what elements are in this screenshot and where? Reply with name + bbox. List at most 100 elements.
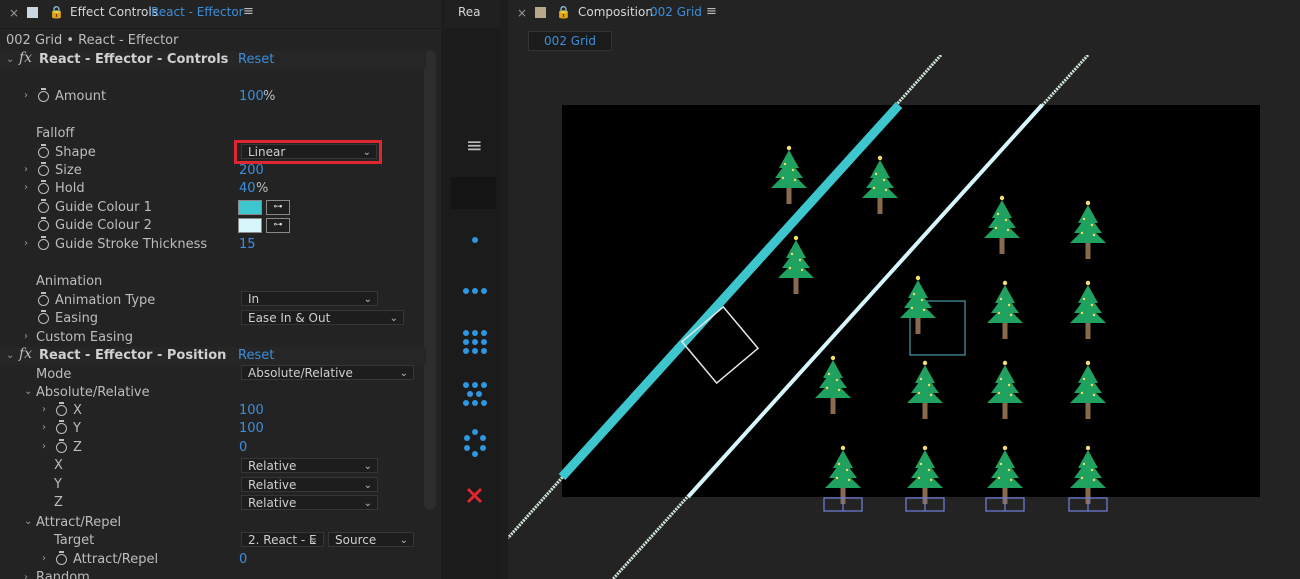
shape-label: Shape — [55, 145, 96, 160]
three-dots-icon[interactable] — [463, 288, 487, 294]
z-value[interactable]: 0 — [239, 440, 247, 455]
stopwatch-icon[interactable] — [56, 402, 67, 416]
twirl-open-icon[interactable]: ⌄ — [6, 350, 14, 361]
twirl-closed-icon[interactable]: › — [24, 164, 28, 175]
x-mode-value: Relative — [248, 459, 297, 473]
single-dot-icon[interactable] — [472, 237, 478, 243]
y-mode-dropdown[interactable]: Relative ⌄ — [241, 477, 378, 492]
stopwatch-icon[interactable] — [38, 236, 49, 250]
y-value[interactable]: 100 — [239, 421, 264, 436]
stopwatch-icon[interactable] — [56, 551, 67, 565]
target-dropdown[interactable]: 2. React - E ⌄ — [241, 532, 324, 547]
tool-slot[interactable] — [451, 177, 496, 209]
twirl-closed-icon[interactable]: › — [42, 404, 46, 415]
hamburger-icon[interactable]: ≡ — [466, 133, 483, 157]
easing-dropdown[interactable]: Ease In & Out ⌄ — [241, 310, 404, 325]
eyedropper-icon[interactable]: ⊶ — [266, 218, 290, 233]
panel-color-icon — [27, 7, 38, 18]
fx-icon[interactable]: fx — [19, 50, 32, 66]
stopwatch-icon[interactable] — [38, 217, 49, 231]
chevron-down-icon: ⌄ — [399, 535, 408, 546]
reset-controls-link[interactable]: Reset — [238, 52, 274, 67]
easing-label: Easing — [55, 311, 99, 326]
twirl-closed-icon[interactable]: › — [24, 572, 28, 579]
radial-dots-icon[interactable] — [464, 429, 486, 457]
amount-value[interactable]: 100 — [239, 89, 264, 104]
size-value[interactable]: 200 — [239, 163, 264, 178]
target-source-dropdown[interactable]: Source ⌄ — [328, 532, 414, 547]
panel-menu-icon[interactable]: ≡ — [706, 4, 717, 19]
stopwatch-icon[interactable] — [38, 180, 49, 194]
twirl-closed-icon[interactable]: › — [24, 238, 28, 249]
x-mode-dropdown[interactable]: Relative ⌄ — [241, 458, 378, 473]
mode-dropdown[interactable]: Absolute/Relative ⌄ — [241, 365, 414, 380]
chevron-down-icon: ⌄ — [399, 368, 408, 379]
guide-stroke-value[interactable]: 15 — [239, 237, 256, 252]
animation-type-dropdown[interactable]: In ⌄ — [241, 291, 378, 306]
attract-repel-group-label: Attract/Repel — [36, 515, 122, 530]
y-label: Y — [73, 421, 81, 436]
twirl-closed-icon[interactable]: › — [42, 422, 46, 433]
z-mode-dropdown[interactable]: Relative ⌄ — [241, 495, 378, 510]
attract-repel-value[interactable]: 0 — [239, 552, 247, 567]
comp-color-icon — [535, 7, 546, 18]
eyedropper-icon[interactable]: ⊶ — [266, 200, 290, 215]
shape-dropdown[interactable]: Linear ⌄ — [241, 144, 377, 159]
stopwatch-icon[interactable] — [38, 144, 49, 158]
close-icon[interactable]: × — [517, 6, 527, 20]
guide-colour-1-label: Guide Colour 1 — [55, 200, 152, 215]
dot-grid-icon[interactable] — [463, 330, 487, 354]
stopwatch-icon[interactable] — [38, 88, 49, 102]
x-label: X — [73, 403, 82, 418]
amount-label: Amount — [55, 89, 107, 104]
comp-sub-tab[interactable]: 002 Grid — [528, 31, 612, 51]
stopwatch-icon[interactable] — [38, 162, 49, 176]
x-mode-label: X — [54, 458, 63, 473]
twirl-open-icon[interactable]: ⌄ — [24, 386, 32, 397]
reset-position-link[interactable]: Reset — [238, 348, 274, 363]
easing-value: Ease In & Out — [248, 311, 331, 325]
stopwatch-icon[interactable] — [38, 199, 49, 213]
comp-tab-name[interactable]: 002 Grid — [650, 5, 702, 19]
stopwatch-icon[interactable] — [56, 439, 67, 453]
chevron-down-icon: ⌄ — [363, 480, 372, 491]
custom-easing-label: Custom Easing — [36, 330, 133, 345]
hold-value[interactable]: 40 — [239, 181, 256, 196]
twirl-closed-icon[interactable]: › — [24, 331, 28, 342]
falloff-label: Falloff — [36, 126, 75, 141]
composition-viewer[interactable] — [508, 55, 1300, 579]
controls-header: React - Effector - Controls — [39, 52, 229, 67]
stopwatch-icon[interactable] — [38, 310, 49, 324]
scrollbar-track[interactable] — [424, 50, 436, 510]
size-label: Size — [55, 163, 82, 178]
tool-strip-tab-label[interactable]: Rea — [458, 5, 481, 19]
twirl-closed-icon[interactable]: › — [42, 441, 46, 452]
twirl-open-icon[interactable]: ⌄ — [6, 54, 14, 65]
twirl-closed-icon[interactable]: › — [24, 182, 28, 193]
x-value[interactable]: 100 — [239, 403, 264, 418]
chevron-down-icon: ⌄ — [309, 535, 318, 546]
tab-title: Effect Controls — [70, 5, 158, 19]
lock-icon[interactable]: 🔒 — [556, 5, 571, 19]
twirl-open-icon[interactable]: ⌄ — [24, 516, 32, 527]
offset-grid-icon[interactable] — [463, 382, 487, 406]
guide-colour-2-swatch[interactable] — [238, 218, 262, 233]
twirl-closed-icon[interactable]: › — [24, 90, 28, 101]
chevron-down-icon: ⌄ — [363, 294, 372, 305]
mode-label: Mode — [36, 367, 72, 382]
twirl-closed-icon[interactable]: › — [42, 553, 46, 564]
target-value: 2. React - E — [248, 533, 317, 547]
stopwatch-icon[interactable] — [56, 420, 67, 434]
lock-icon[interactable]: 🔒 — [49, 5, 64, 19]
delete-x-icon[interactable] — [466, 487, 483, 504]
panel-menu-icon[interactable]: ≡ — [243, 4, 254, 19]
tab-layer-name[interactable]: React - Effector — [151, 5, 244, 19]
fx-icon[interactable]: fx — [19, 346, 32, 362]
animation-type-label: Animation Type — [55, 293, 156, 308]
stopwatch-icon[interactable] — [38, 292, 49, 306]
mode-value: Absolute/Relative — [248, 366, 353, 380]
guide-colour-1-swatch[interactable] — [238, 200, 262, 215]
tool-icons — [463, 237, 487, 504]
animation-type-value: In — [248, 292, 260, 306]
close-icon[interactable]: × — [9, 6, 19, 20]
